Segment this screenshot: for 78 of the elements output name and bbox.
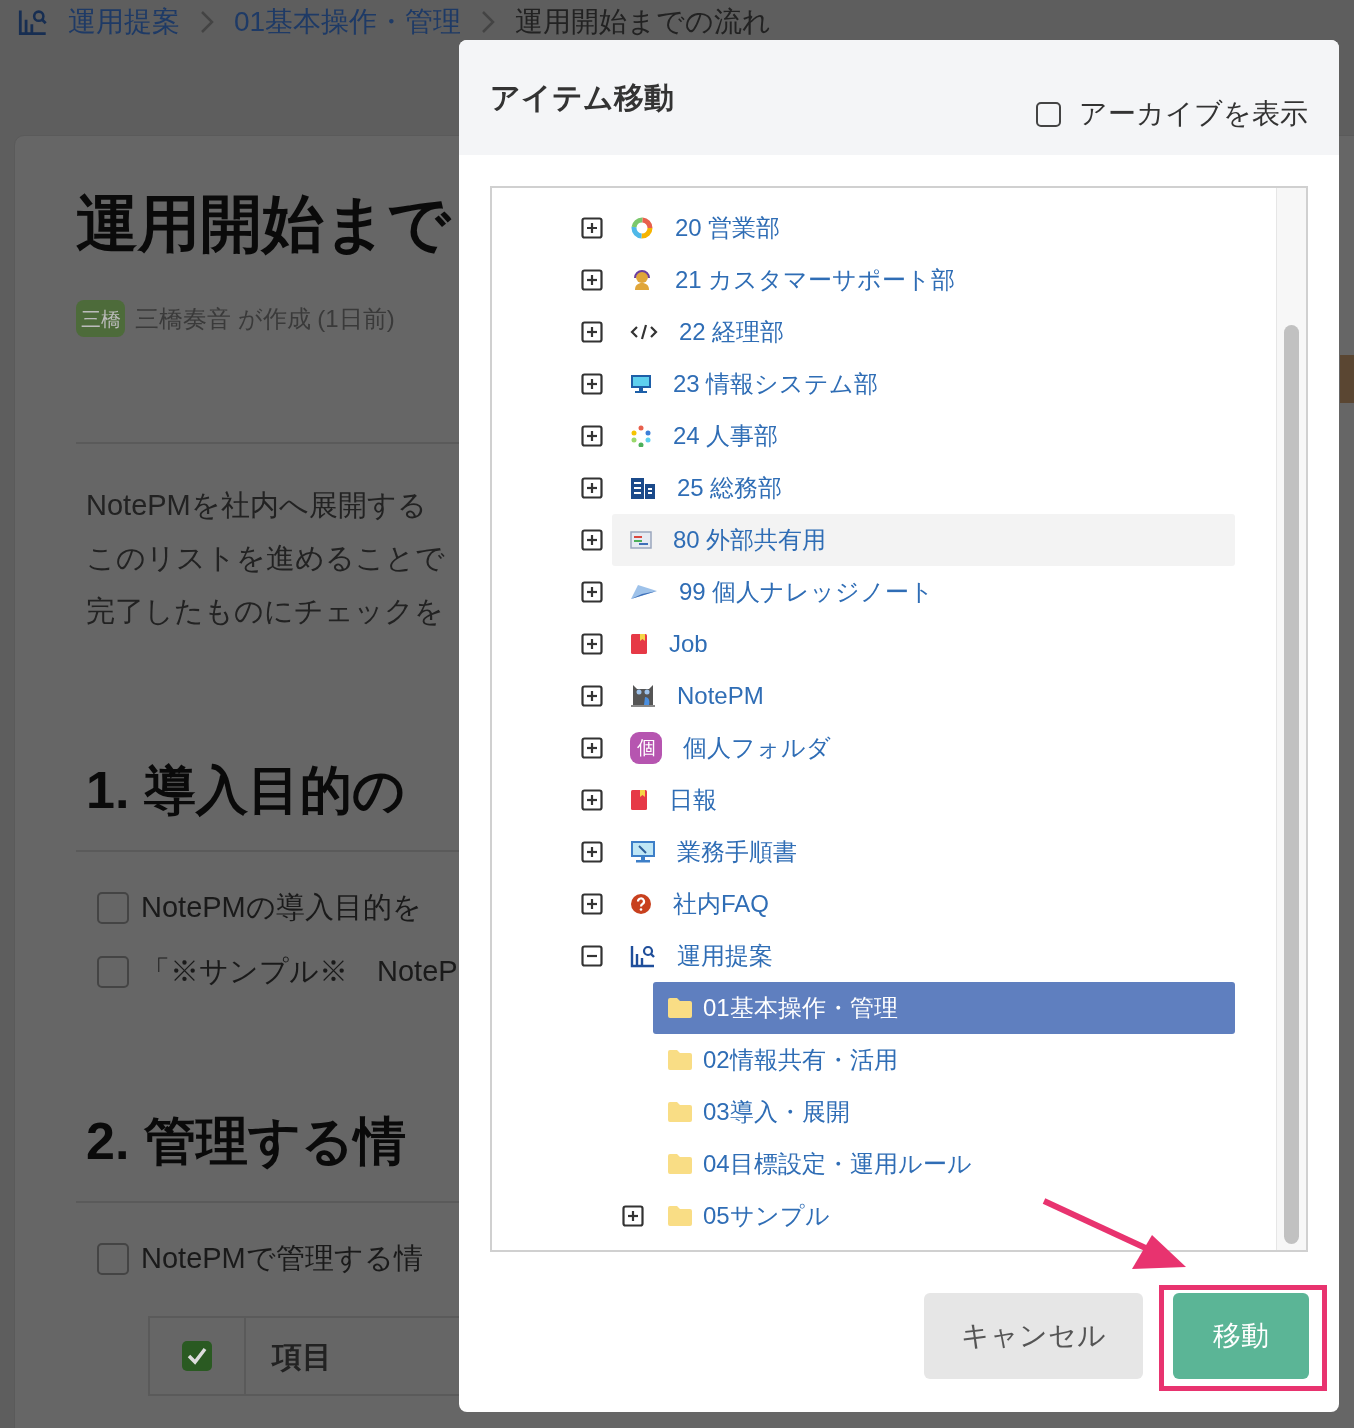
ring-icon: [630, 216, 654, 240]
dots-icon: [630, 425, 652, 447]
paper-plane-icon: [630, 583, 658, 601]
tree-item[interactable]: 24 人事部: [612, 410, 1235, 462]
chart-search-icon: [630, 944, 656, 968]
intro-text: このリストを進めることで: [86, 541, 445, 576]
building-icon: [630, 477, 656, 499]
notebook-icon: [630, 789, 648, 811]
notebook-icon: [630, 633, 648, 655]
chevron-icon: [200, 10, 214, 34]
tree-item[interactable]: 23 情報システム部: [612, 358, 1235, 410]
expand-icon[interactable]: [581, 321, 603, 343]
expand-icon[interactable]: [622, 1205, 644, 1227]
section-heading: 1. 導入目的の: [85, 760, 405, 821]
task-text: NotePMで管理する情: [141, 1241, 423, 1277]
tree-item[interactable]: 21 カスタマーサポート部: [612, 254, 1235, 306]
archive-label[interactable]: アーカイブを表示: [1079, 93, 1308, 135]
dialog-title: アイテム移動: [490, 80, 674, 116]
folder-badge: 個: [630, 732, 662, 764]
page-title: 運用開始まで: [76, 188, 450, 260]
expand-icon[interactable]: [581, 841, 603, 863]
expand-icon[interactable]: [581, 893, 603, 915]
table-header: 項目: [272, 1338, 332, 1375]
expand-icon[interactable]: [581, 685, 603, 707]
section-heading: 2. 管理する情: [85, 1111, 406, 1172]
code-icon: [630, 323, 658, 341]
expand-icon[interactable]: [581, 269, 603, 291]
tree-item[interactable]: 運用提案: [612, 930, 1235, 982]
tree-item[interactable]: 22 経理部: [612, 306, 1235, 358]
intro-text: NotePMを社内へ展開する: [86, 488, 427, 523]
owl-icon: [630, 683, 656, 709]
tree-item[interactable]: 03導入・展開: [653, 1086, 1235, 1138]
monitor-tools-icon: [630, 840, 656, 864]
archive-checkbox[interactable]: [1036, 101, 1061, 127]
tree-item[interactable]: 個 個人フォルダ: [612, 722, 1235, 774]
cancel-button[interactable]: キャンセル: [924, 1293, 1143, 1379]
expand-icon[interactable]: [581, 529, 603, 551]
collapse-icon[interactable]: [581, 945, 603, 967]
tree-item[interactable]: 25 総務部: [612, 462, 1235, 514]
question-icon: [630, 893, 652, 915]
tree-item[interactable]: 日報: [612, 774, 1235, 826]
monitor-icon: [630, 374, 652, 394]
expand-icon[interactable]: [581, 633, 603, 655]
folder-icon: [667, 1101, 693, 1123]
expand-icon[interactable]: [581, 581, 603, 603]
task-text: NotePMの導入目的を: [141, 890, 422, 926]
folder-icon: [667, 1049, 693, 1071]
task-checkbox[interactable]: [97, 892, 129, 924]
expand-icon[interactable]: [581, 737, 603, 759]
expand-icon[interactable]: [581, 217, 603, 239]
tree-item[interactable]: 99 個人ナレッジノート: [612, 566, 1235, 618]
tree-item[interactable]: NotePM: [612, 670, 1235, 722]
tree-item[interactable]: 04目標設定・運用ルール: [653, 1138, 1235, 1190]
expand-icon[interactable]: [581, 373, 603, 395]
task-checkbox[interactable]: [97, 956, 129, 988]
tree-item[interactable]: 01基本操作・管理: [653, 982, 1235, 1034]
expand-icon[interactable]: [581, 789, 603, 811]
chevron-icon: [481, 10, 496, 34]
expand-icon[interactable]: [581, 425, 603, 447]
task-checkbox[interactable]: [97, 1243, 129, 1275]
expand-icon[interactable]: [581, 477, 603, 499]
tree-item[interactable]: 20 営業部: [612, 202, 1235, 254]
task-text: 「※サンプル※ NoteP: [141, 954, 458, 990]
folder-icon: [667, 997, 693, 1019]
card-icon: [630, 531, 652, 549]
tree-item[interactable]: 05サンプル: [653, 1190, 1235, 1242]
check-mark-icon: [181, 1340, 213, 1372]
tree-item[interactable]: Job: [612, 618, 1235, 670]
intro-text: 完了したものにチェックを: [86, 594, 444, 629]
author-avatar: 三橋: [76, 300, 125, 337]
folder-icon: [667, 1153, 693, 1175]
tree-item[interactable]: 社内FAQ: [612, 878, 1235, 930]
folder-icon: [667, 1205, 693, 1227]
scrollbar-thumb[interactable]: [1284, 325, 1299, 1244]
chart-search-icon: [18, 8, 48, 36]
tree-item[interactable]: 80 外部共有用: [612, 514, 1235, 566]
tree-item[interactable]: 業務手順書: [612, 826, 1235, 878]
tree-item[interactable]: 02情報共有・活用: [653, 1034, 1235, 1086]
